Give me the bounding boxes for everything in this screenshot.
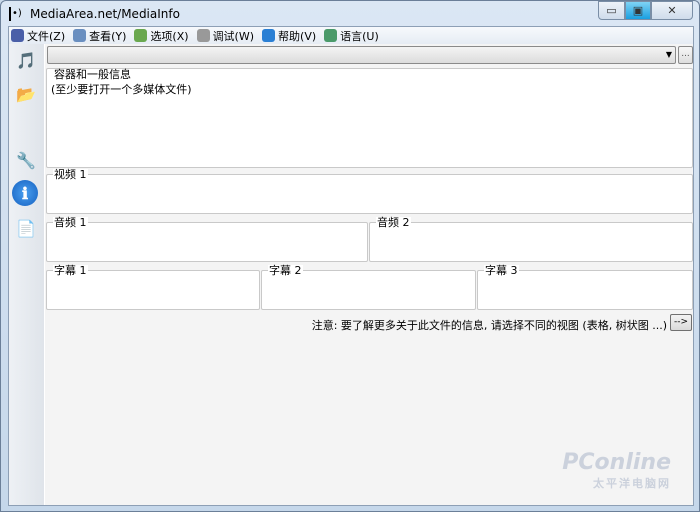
help-icon <box>262 29 276 42</box>
window-title: MediaArea.net/MediaInfo <box>30 7 180 21</box>
minimize-button[interactable]: ▭ <box>598 1 625 20</box>
view-icon <box>73 29 87 42</box>
audio-label: 音频 1 <box>53 216 88 229</box>
language-icon <box>324 29 338 42</box>
menu-item[interactable]: 语言(U) <box>324 28 379 44</box>
menu-item-label: 帮助(V) <box>278 29 317 43</box>
subtitle-label: 字幕 3 <box>484 264 519 277</box>
menu-item-label: 文件(Z) <box>27 29 66 43</box>
menu-item-label: 调试(W) <box>212 29 255 43</box>
watermark-logo: PConline 太平洋电脑网 <box>562 450 671 490</box>
menu-item[interactable]: 文件(Z) <box>11 28 65 44</box>
maximize-button[interactable]: ▣ <box>625 1 651 20</box>
general-label: 容器和一般信息 <box>53 68 132 81</box>
subtitle-label: 字幕 1 <box>53 264 88 277</box>
close-button[interactable]: ✕ <box>651 1 693 20</box>
menu-item-label: 查看(Y) <box>89 29 127 43</box>
audio-panel-1: 音频 1 <box>46 217 368 262</box>
video-panel: 视频 1 <box>46 169 693 214</box>
menu-item-label: 选项(X) <box>150 29 189 43</box>
change-view-button[interactable]: --> <box>670 314 692 331</box>
general-panel: 容器和一般信息 (至少要打开一个多媒体文件) <box>46 68 693 168</box>
menu-bar: 文件(Z) 查看(Y) 选项(X) 调试(W) 帮助(V) 语言(U) <box>9 27 693 44</box>
browse-button[interactable]: ... <box>678 46 693 64</box>
file-select-combo[interactable]: ▼ <box>47 46 676 64</box>
menu-item[interactable]: 帮助(V) <box>262 28 316 44</box>
file-icon <box>11 29 24 42</box>
video-label: 视频 1 <box>53 168 88 181</box>
audio-panel-2: 音频 2 <box>369 217 693 262</box>
main-window: •) MediaArea.net/MediaInfo ▭ ▣ ✕ 文件(Z) 查看… <box>0 0 700 512</box>
view-hint-text: 注意: 要了解更多关于此文件的信息, 请选择不同的视图 (表格, 树状图 ...… <box>311 319 667 332</box>
menu-item[interactable]: 选项(X) <box>134 28 189 44</box>
options-icon <box>134 29 148 42</box>
preferences-icon[interactable]: 🔧 <box>12 146 40 174</box>
subtitle-panel-1: 字幕 1 <box>46 265 260 310</box>
subtitle-panel-3: 字幕 3 <box>477 265 693 310</box>
main-area: ▼ ... 容器和一般信息 (至少要打开一个多媒体文件) 视频 1 音频 1 音… <box>45 44 693 505</box>
audio-label: 音频 2 <box>376 216 411 229</box>
debug-icon <box>196 29 210 42</box>
app-icon: •) <box>9 7 25 21</box>
export-icon[interactable]: 📄 <box>12 214 40 242</box>
subtitle-panel-2: 字幕 2 <box>261 265 476 310</box>
open-folder-icon[interactable]: 📂 <box>12 80 40 108</box>
general-text: (至少要打开一个多媒体文件) <box>51 83 192 96</box>
menu-item-label: 语言(U) <box>340 29 379 43</box>
chevron-down-icon: ▼ <box>665 50 672 59</box>
info-icon[interactable]: ℹ <box>12 180 38 206</box>
sidebar: 🎵 📂 🔧 ℹ 📄 <box>9 44 44 505</box>
subtitle-label: 字幕 2 <box>268 264 303 277</box>
menu-item[interactable]: 查看(Y) <box>73 28 126 44</box>
title-bar: •) MediaArea.net/MediaInfo <box>9 6 180 22</box>
menu-item[interactable]: 调试(W) <box>196 28 255 44</box>
open-file-icon[interactable]: 🎵 <box>12 46 40 74</box>
